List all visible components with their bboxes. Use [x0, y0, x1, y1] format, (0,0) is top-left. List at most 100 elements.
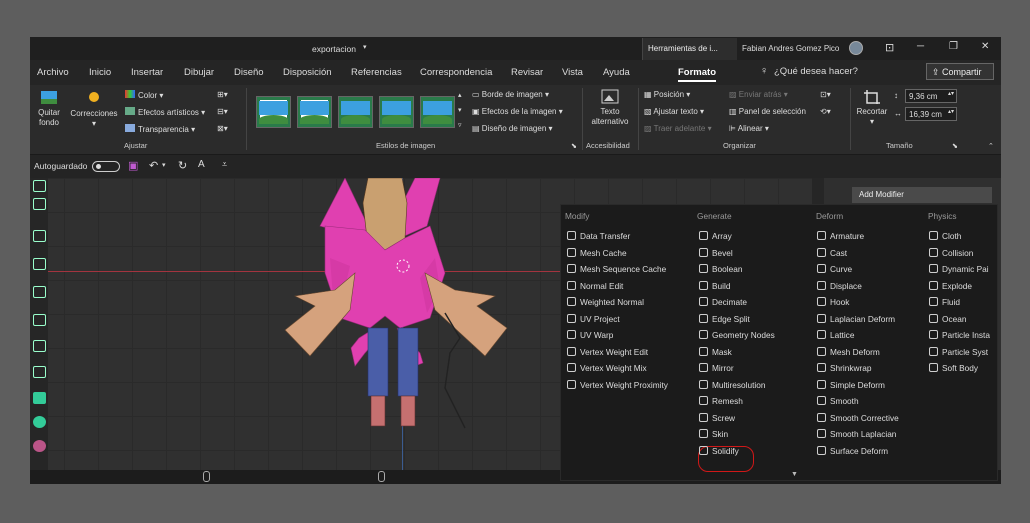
restore-button[interactable]: ❐: [949, 41, 958, 52]
tab-ayuda[interactable]: Ayuda: [603, 67, 630, 78]
selection-pane-button[interactable]: ▥ Panel de selección: [729, 107, 806, 116]
modifier-vertex-weight-edit[interactable]: Vertex Weight Edit: [567, 346, 648, 363]
modifier-data-transfer[interactable]: Data Transfer: [567, 231, 630, 247]
tool-smooth-icon[interactable]: [33, 440, 46, 452]
undo-icon[interactable]: ↶: [149, 159, 158, 172]
modifier-mesh-cache[interactable]: Mesh Cache: [567, 247, 627, 264]
context-tab-herramientas[interactable]: Herramientas de i...: [642, 38, 737, 60]
picture-style-2[interactable]: [297, 96, 332, 128]
tool-add-cube-icon[interactable]: [33, 230, 46, 242]
modifier-ocean[interactable]: Ocean: [929, 313, 966, 330]
width-field[interactable]: 16,39 cm ▴▾: [905, 107, 957, 121]
modifier-screw[interactable]: Screw: [699, 412, 735, 429]
artistic-effects-button[interactable]: Efectos artísticos ▾: [125, 107, 205, 117]
reset-picture-icon[interactable]: ⊠▾: [217, 124, 228, 133]
collapse-ribbon-icon[interactable]: ⌃: [988, 142, 994, 150]
user-name[interactable]: Fabian Andres Gomez Pico: [742, 44, 839, 53]
tool-poly-build-icon[interactable]: [33, 392, 46, 404]
styles-launcher-icon[interactable]: ⬊: [571, 142, 577, 150]
position-button[interactable]: ▦ Posición ▾: [644, 90, 690, 99]
tool-extrude-icon[interactable]: [33, 258, 46, 270]
modifier-simple-deform[interactable]: Simple Deform: [817, 379, 885, 396]
modifier-weighted-normal[interactable]: Weighted Normal: [567, 297, 644, 313]
tab-inicio[interactable]: Inicio: [89, 67, 111, 78]
modifier-build[interactable]: Build: [699, 280, 730, 297]
modifier-particle-insta[interactable]: Particle Insta: [929, 330, 990, 346]
modifier-explode[interactable]: Explode: [929, 280, 972, 297]
document-title[interactable]: exportacion: [312, 44, 356, 54]
autosave-toggle[interactable]: [92, 161, 120, 172]
modifier-edge-split[interactable]: Edge Split: [699, 313, 750, 330]
picture-style-4[interactable]: [379, 96, 414, 128]
modifier-particle-syst[interactable]: Particle Syst: [929, 346, 988, 363]
modifier-smooth-laplacian[interactable]: Smooth Laplacian: [817, 429, 896, 445]
tab-vista[interactable]: Vista: [562, 67, 583, 78]
tool-annotate-icon[interactable]: [33, 180, 46, 192]
modifier-solidify[interactable]: Solidify: [699, 445, 739, 462]
modifier-mask[interactable]: Mask: [699, 346, 732, 363]
modifier-fluid[interactable]: Fluid: [929, 297, 960, 313]
styles-scroll-down-icon[interactable]: ▾: [458, 106, 462, 114]
group-objects-icon[interactable]: ⊡▾: [820, 90, 831, 99]
picture-style-1[interactable]: [256, 96, 291, 128]
modifier-cloth[interactable]: Cloth: [929, 231, 961, 247]
scroll-more-icon[interactable]: ▼: [791, 471, 798, 478]
tool-bevel-icon[interactable]: [33, 314, 46, 326]
modifier-array[interactable]: Array: [699, 231, 732, 247]
title-dropdown-icon[interactable]: ▾: [363, 43, 367, 51]
modifier-mirror[interactable]: Mirror: [699, 363, 734, 379]
rotate-objects-icon[interactable]: ⟲▾: [820, 107, 831, 116]
modifier-mesh-sequence-cache[interactable]: Mesh Sequence Cache: [567, 264, 666, 280]
tab-formato[interactable]: Formato: [678, 67, 716, 82]
modifier-shrinkwrap[interactable]: Shrinkwrap: [817, 363, 872, 379]
modifier-smooth-corrective[interactable]: Smooth Corrective: [817, 412, 899, 429]
modifier-geometry-nodes[interactable]: Geometry Nodes: [699, 330, 775, 346]
share-button[interactable]: ⇪ Compartir: [926, 63, 994, 80]
add-modifier-button[interactable]: Add Modifier: [852, 187, 992, 203]
tab-disposicion[interactable]: Disposición: [283, 67, 332, 78]
styles-more-icon[interactable]: ▿: [458, 121, 462, 129]
modifier-hook[interactable]: Hook: [817, 297, 849, 313]
tool-inset-icon[interactable]: [33, 286, 46, 298]
modifier-uv-project[interactable]: UV Project: [567, 313, 620, 330]
minimize-button[interactable]: ─: [917, 41, 924, 52]
transparency-button[interactable]: Transparencia ▾: [125, 124, 195, 134]
close-button[interactable]: ✕: [981, 41, 989, 52]
redo-icon[interactable]: ↻: [178, 159, 187, 172]
modifier-dynamic-pai[interactable]: Dynamic Pai: [929, 264, 989, 280]
modifier-multiresolution[interactable]: Multiresolution: [699, 379, 766, 396]
picture-style-5[interactable]: [420, 96, 455, 128]
customize-qat-icon[interactable]: ⩡: [222, 159, 227, 170]
tool-loop-cut-icon[interactable]: [33, 340, 46, 352]
modifier-skin[interactable]: Skin: [699, 429, 728, 445]
modifier-lattice[interactable]: Lattice: [817, 330, 854, 346]
bring-forward-button[interactable]: ▨ Traer adelante ▾: [644, 124, 712, 133]
modifier-mesh-deform[interactable]: Mesh Deform: [817, 346, 880, 363]
modifier-boolean[interactable]: Boolean: [699, 264, 742, 280]
modifier-vertex-weight-mix[interactable]: Vertex Weight Mix: [567, 363, 647, 379]
color-button[interactable]: Color ▾: [125, 90, 163, 100]
width-spinner-icon[interactable]: ▴▾: [948, 108, 954, 115]
avatar[interactable]: [849, 41, 863, 55]
font-size-icon[interactable]: A: [198, 159, 205, 170]
modifier-collision[interactable]: Collision: [929, 247, 973, 264]
tool-spin-icon[interactable]: [33, 416, 46, 428]
ribbon-display-icon[interactable]: ⊡: [885, 41, 894, 54]
height-spinner-icon[interactable]: ▴▾: [948, 90, 954, 97]
send-backward-button[interactable]: ▨ Enviar atrás ▾: [729, 90, 788, 99]
tab-insertar[interactable]: Insertar: [131, 67, 163, 78]
corrections-button[interactable]: Correcciones ▾: [68, 88, 120, 128]
modifier-armature[interactable]: Armature: [817, 231, 864, 247]
picture-layout-button[interactable]: ▤ Diseño de imagen ▾: [472, 124, 553, 133]
align-button[interactable]: ⊫ Alinear ▾: [729, 124, 769, 133]
picture-border-button[interactable]: ▭ Borde de imagen ▾: [472, 90, 549, 99]
modifier-soft-body[interactable]: Soft Body: [929, 363, 978, 379]
modifier-uv-warp[interactable]: UV Warp: [567, 330, 613, 346]
picture-effects-button[interactable]: ▣ Efectos de la imagen ▾: [472, 107, 563, 116]
tab-diseno[interactable]: Diseño: [234, 67, 264, 78]
undo-dropdown-icon[interactable]: ▾: [162, 161, 166, 169]
modifier-decimate[interactable]: Decimate: [699, 297, 747, 313]
tab-dibujar[interactable]: Dibujar: [184, 67, 214, 78]
modifier-surface-deform[interactable]: Surface Deform: [817, 445, 888, 462]
modifier-remesh[interactable]: Remesh: [699, 396, 743, 412]
